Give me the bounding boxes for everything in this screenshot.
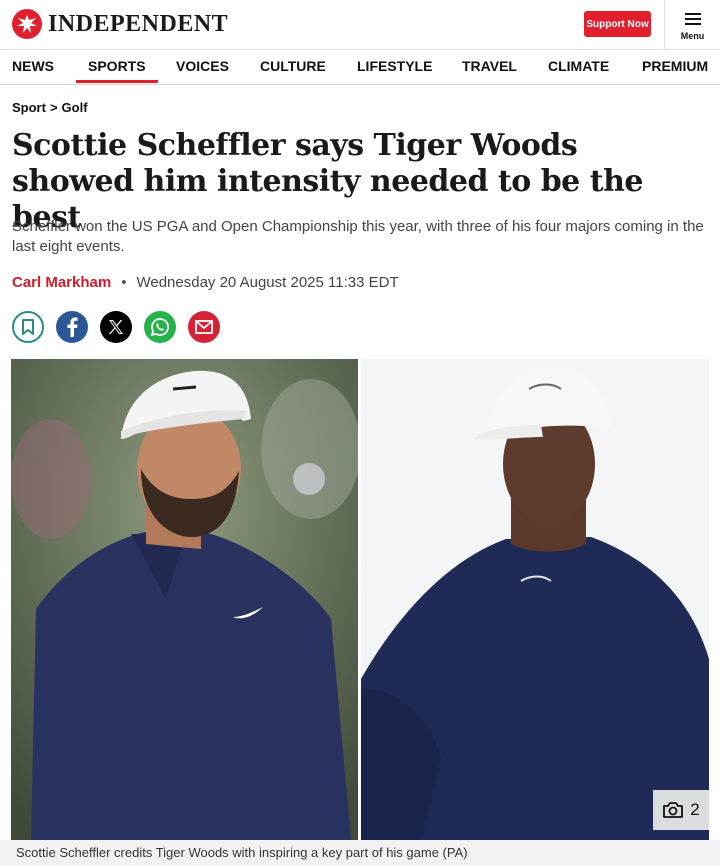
share-bar — [12, 311, 220, 343]
hamburger-icon — [684, 10, 701, 28]
nav-item-travel[interactable]: TRAVEL — [462, 50, 517, 85]
eagle-logo-icon — [12, 9, 42, 39]
byline: Carl Markham • Wednesday 20 August 2025 … — [12, 274, 399, 291]
facebook-icon[interactable] — [56, 311, 88, 343]
hero-image[interactable] — [11, 359, 709, 840]
nav-item-lifestyle[interactable]: LIFESTYLE — [357, 50, 432, 85]
logo-wordmark: INDEPENDENT — [48, 10, 229, 37]
breadcrumb: Sport > Golf — [12, 100, 88, 115]
gallery-count: 2 — [690, 800, 700, 819]
menu-button[interactable]: Menu — [664, 0, 720, 50]
nav-item-sports[interactable]: SPORTS — [76, 50, 158, 85]
email-icon[interactable] — [188, 311, 220, 343]
nav-item-culture[interactable]: CULTURE — [260, 50, 326, 85]
menu-label: Menu — [680, 30, 705, 41]
nav-item-news[interactable]: NEWS — [12, 50, 54, 85]
support-now-button[interactable]: Support Now — [584, 11, 651, 37]
author-link[interactable]: Carl Markham — [12, 274, 111, 291]
article-standfirst: Scheffler won the US PGA and Open Champi… — [12, 218, 704, 255]
nav-item-voices[interactable]: VOICES — [176, 50, 229, 85]
publish-date: Wednesday 20 August 2025 11:33 EDT — [136, 274, 399, 291]
bookmark-icon[interactable] — [12, 311, 44, 343]
breadcrumb-sport[interactable]: Sport — [12, 100, 46, 115]
breadcrumb-golf[interactable]: Golf — [62, 100, 88, 115]
site-logo[interactable]: INDEPENDENT — [12, 9, 228, 39]
camera-icon — [663, 802, 684, 818]
byline-separator: • — [121, 274, 127, 291]
nav-item-premium[interactable]: PREMIUM — [642, 50, 708, 85]
gallery-count-button[interactable]: 2 — [653, 790, 709, 830]
scheffler-photo — [11, 359, 358, 840]
woods-photo — [361, 359, 709, 840]
image-caption: Scottie Scheffler credits Tiger Woods wi… — [0, 840, 720, 866]
nav-item-climate[interactable]: CLIMATE — [548, 50, 609, 85]
whatsapp-icon[interactable] — [144, 311, 176, 343]
site-header: INDEPENDENT Support Now Menu — [0, 0, 720, 50]
section-nav: NEWS SPORTS VOICES CULTURE LIFESTYLE TRA… — [0, 50, 720, 85]
breadcrumb-separator: > — [49, 100, 58, 115]
x-icon[interactable] — [100, 311, 132, 343]
